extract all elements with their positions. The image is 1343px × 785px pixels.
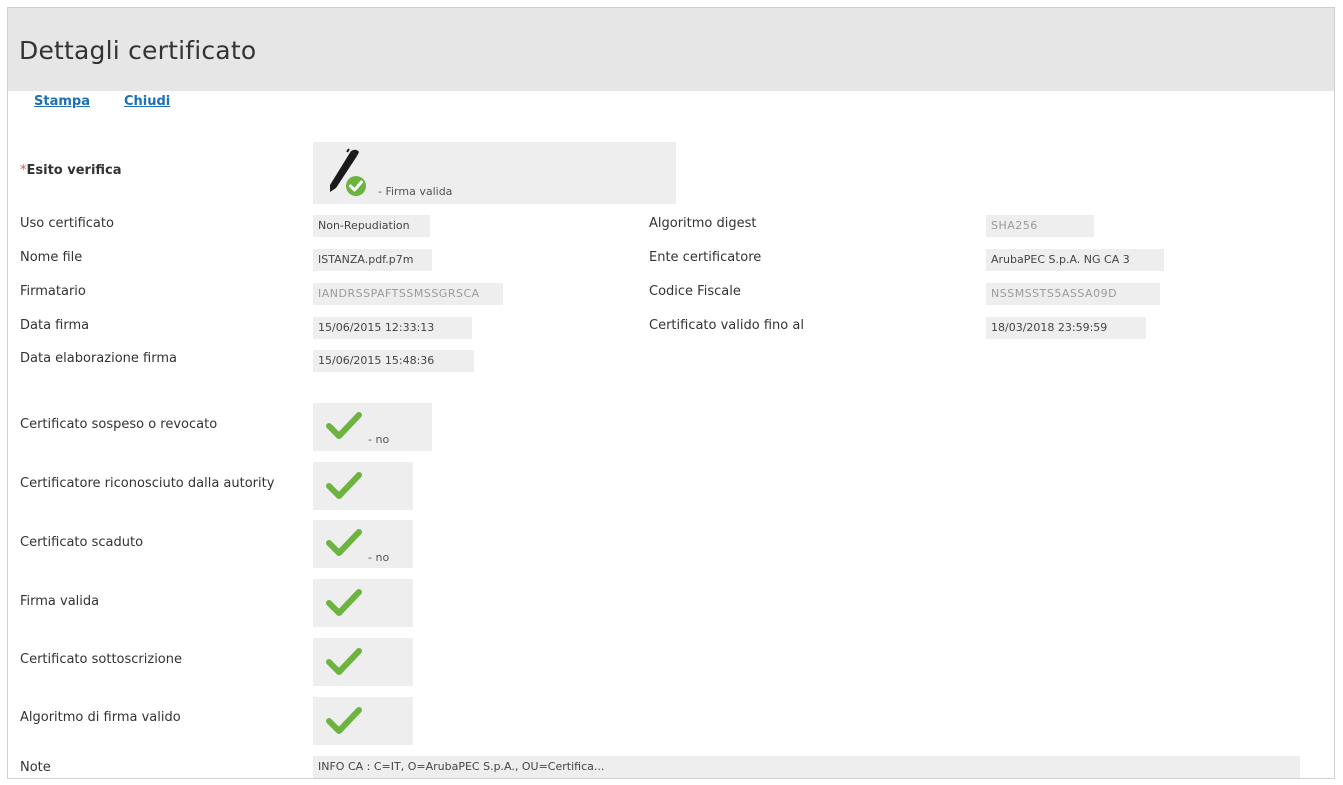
note-label: Note [20, 760, 51, 775]
field-value-ente-certificatore: ArubaPEC S.p.A. NG CA 3 [986, 249, 1164, 271]
check-box-certificatore-riconosciuto [313, 462, 413, 510]
field-label-data-firma: Data firma [20, 318, 90, 333]
page-title: Dettagli certificato [19, 36, 257, 65]
check-label-certificatore-riconosciuto: Certificatore riconosciuto dalla autorit… [20, 476, 275, 491]
check-box-algoritmo-firma-valido [313, 697, 413, 745]
field-value-algoritmo-digest: SHA256 [986, 215, 1094, 237]
check-box-certificato-sottoscrizione [313, 638, 413, 686]
field-value-codice-fiscale: NSSMSSTS5ASSA09D [986, 283, 1160, 305]
field-label-ente-certificatore: Ente certificatore [649, 250, 762, 265]
field-value-firmatario: IANDRSSPAFTSSMSSGRSCA [313, 283, 503, 305]
check-suffix-certificato-scaduto: - no [368, 551, 390, 564]
check-label-certificato-sottoscrizione: Certificato sottoscrizione [20, 652, 182, 667]
pen-check-icon [330, 148, 366, 196]
field-label-nome-file: Nome file [20, 250, 83, 265]
check-box-firma-valida [313, 579, 413, 627]
checkmark-icon [326, 648, 362, 675]
certificate-details-window: Dettagli certificato Stampa Chiudi *Esit… [7, 7, 1335, 779]
field-label-certificato-valido-fino-al: Certificato valido fino al [649, 318, 804, 333]
note-value: INFO CA : C=IT, O=ArubaPEC S.p.A., OU=Ce… [313, 756, 1300, 778]
field-value-nome-file: ISTANZA.pdf.p7m [313, 249, 432, 271]
esito-value: - Firma valida [378, 185, 453, 198]
esito-value-box: - Firma valida [313, 142, 676, 204]
field-label-uso-certificato: Uso certificato [20, 216, 114, 231]
check-label-sospeso-revocato: Certificato sospeso o revocato [20, 417, 218, 432]
checkmark-icon [326, 529, 362, 556]
check-label-firma-valida: Firma valida [20, 594, 100, 609]
check-box-certificato-scaduto: - no [313, 520, 413, 568]
check-label-algoritmo-firma-valido: Algoritmo di firma valido [20, 710, 181, 725]
checkmark-icon [326, 589, 362, 616]
esito-label: *Esito verifica [20, 163, 122, 178]
header-bar: Dettagli certificato [8, 8, 1334, 91]
close-link[interactable]: Chiudi [124, 94, 170, 109]
checkmark-icon [326, 412, 362, 439]
checkmark-icon [326, 707, 362, 734]
field-value-certificato-valido-fino-al: 18/03/2018 23:59:59 [986, 317, 1146, 339]
field-label-algoritmo-digest: Algoritmo digest [649, 216, 757, 231]
check-suffix-sospeso-revocato: - no [368, 433, 390, 446]
field-value-uso-certificato: Non-Repudiation [313, 215, 430, 237]
field-label-data-elaborazione-firma: Data elaborazione firma [20, 351, 177, 366]
check-box-sospeso-revocato: - no [313, 403, 432, 451]
field-label-codice-fiscale: Codice Fiscale [649, 284, 741, 299]
field-label-firmatario: Firmatario [20, 284, 86, 299]
print-link[interactable]: Stampa [34, 94, 90, 109]
checkmark-icon [326, 472, 362, 499]
field-value-data-elaborazione-firma: 15/06/2015 15:48:36 [313, 350, 474, 372]
check-label-certificato-scaduto: Certificato scaduto [20, 535, 144, 550]
field-value-data-firma: 15/06/2015 12:33:13 [313, 317, 472, 339]
